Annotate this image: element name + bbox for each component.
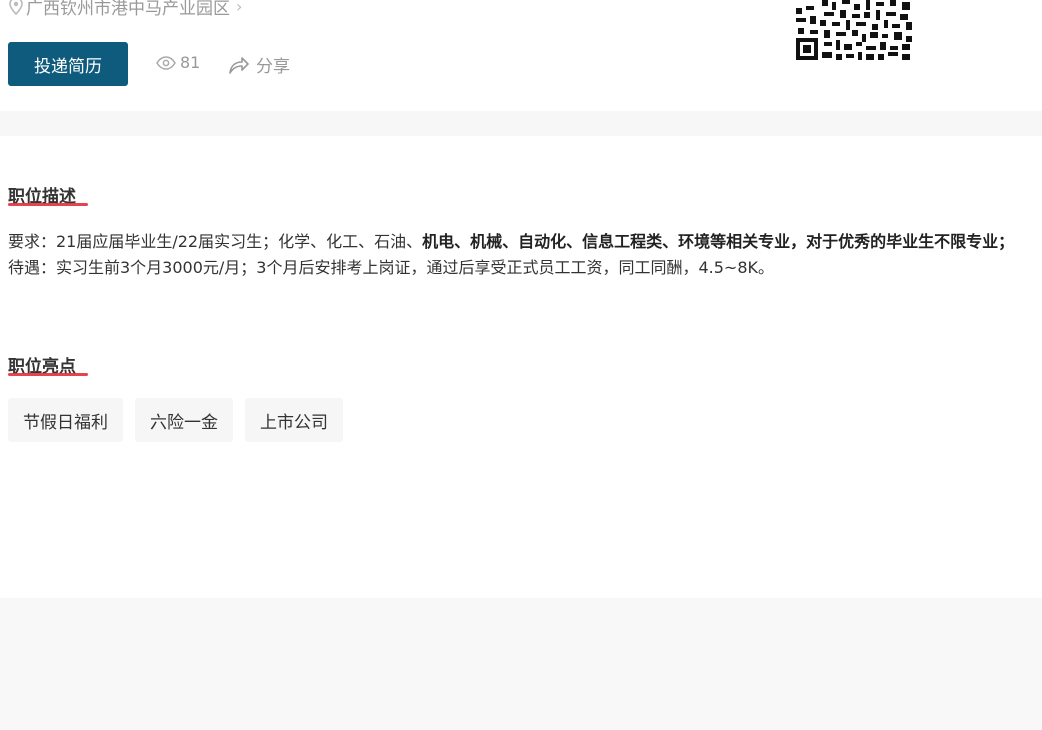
share-button[interactable]: 分享 xyxy=(228,52,290,77)
highlight-tag: 上市公司 xyxy=(245,398,343,442)
location-text: 广西钦州市港中马产业园区 xyxy=(26,0,230,19)
map-pin-icon xyxy=(9,0,23,15)
job-description-body: 要求：21届应届毕业生/22届实习生；化学、化工、石油、机电、机械、自动化、信息… xyxy=(8,229,1023,281)
benefits-text: 待遇：实习生前3个月3000元/月；3个月后安排考上岗证，通过后享受正式员工工资… xyxy=(8,258,774,277)
page-footer-area xyxy=(0,598,1042,730)
job-content: 职位描述 要求：21届应届毕业生/22届实习生；化学、化工、石油、机电、机械、自… xyxy=(0,136,1042,598)
job-highlights-title: 职位亮点 xyxy=(8,355,88,377)
job-header: 广西钦州市港中马产业园区 › 投递简历 81 分享 xyxy=(0,0,1042,111)
job-location[interactable]: 广西钦州市港中马产业园区 › xyxy=(8,0,243,19)
chevron-right-icon: › xyxy=(236,0,243,16)
requirements-prefix: 要求：21届应届毕业生/22届实习生；化学、化工、石油、 xyxy=(8,232,423,251)
apply-resume-button[interactable]: 投递简历 xyxy=(8,42,128,86)
qr-code-icon xyxy=(796,0,914,62)
section-divider xyxy=(0,111,1042,136)
title-underline xyxy=(8,373,88,376)
share-arrow-icon xyxy=(229,56,249,74)
requirements-text: 要求：21届应届毕业生/22届实习生；化学、化工、石油、机电、机械、自动化、信息… xyxy=(8,229,1023,255)
highlight-tags: 节假日福利 六险一金 上市公司 xyxy=(8,398,343,442)
eye-icon xyxy=(156,55,176,70)
view-count: 81 xyxy=(156,53,200,72)
title-underline xyxy=(8,203,88,206)
highlight-tag: 节假日福利 xyxy=(8,398,123,442)
share-label: 分享 xyxy=(256,57,290,77)
requirements-bold: 机电、机械、自动化、信息工程类、环境等相关专业，对于优秀的毕业生不限专业； xyxy=(422,232,1015,251)
highlight-tag: 六险一金 xyxy=(135,398,233,442)
job-description-title: 职位描述 xyxy=(8,185,88,207)
view-count-value: 81 xyxy=(180,53,201,72)
